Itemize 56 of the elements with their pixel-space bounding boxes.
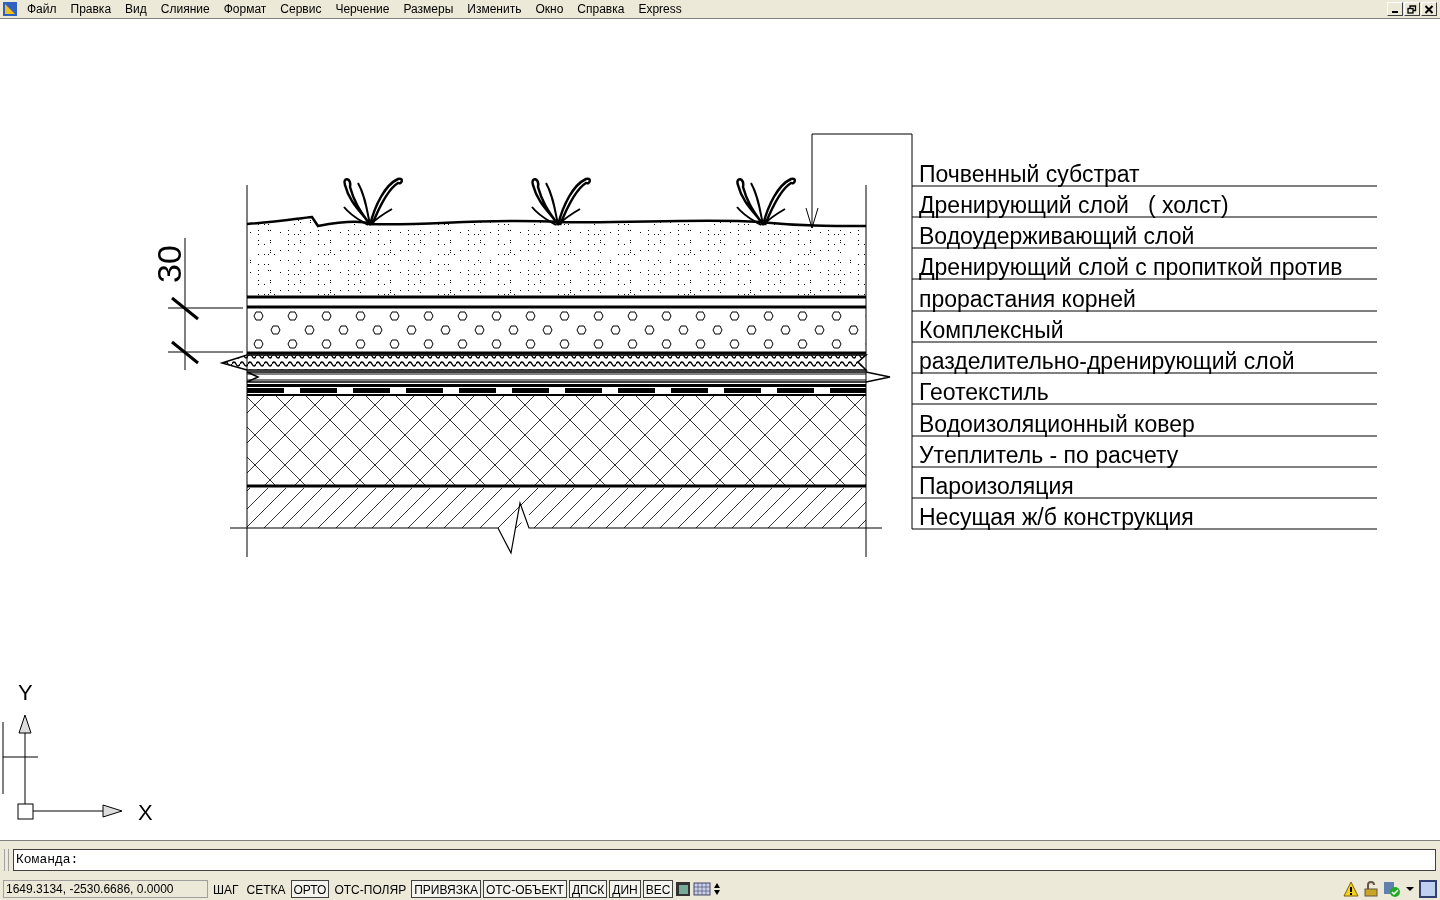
status-toggle[interactable]: ДИН <box>609 880 641 898</box>
minimize-button[interactable] <box>1387 2 1403 16</box>
dimension-text: 30 <box>150 245 188 283</box>
menu-item[interactable]: Размеры <box>396 0 461 18</box>
coordinates-display: 1649.3134, -2530.6686, 0.0000 <box>3 880 208 898</box>
status-toggle[interactable]: ДПСК <box>568 880 608 898</box>
axis-label: X <box>138 800 153 825</box>
menu-item[interactable]: Вид <box>118 0 154 18</box>
scroll-arrows-icon[interactable] <box>713 882 722 896</box>
layer-label: Утеплитель - по расчету <box>919 442 1179 468</box>
minimize-icon <box>1392 11 1398 13</box>
layer-label: Дренирующий слой с пропиткой против <box>919 254 1343 280</box>
warning-icon[interactable] <box>1343 881 1359 897</box>
layer-label: Водоудерживающий слой <box>919 223 1195 249</box>
layer-label: прорастания корней <box>919 286 1136 312</box>
layer-label: Комплексный <box>919 317 1064 343</box>
status-toggle[interactable]: ПРИВЯЗКА <box>411 880 481 898</box>
menu-item[interactable]: Правка <box>63 0 119 18</box>
menu-item[interactable]: Сервис <box>273 0 329 18</box>
model-icon[interactable] <box>675 881 692 897</box>
layer-label: Пароизоляция <box>919 473 1074 499</box>
restore-button[interactable] <box>1404 2 1420 16</box>
layer-label: Дренирующий слой ( холст) <box>919 192 1229 218</box>
status-toggle[interactable]: ВЕС <box>642 880 674 898</box>
menu-item[interactable]: Справка <box>570 0 632 18</box>
command-field[interactable]: Команда: <box>13 848 1436 871</box>
grid-icon[interactable] <box>693 881 712 897</box>
status-toggle[interactable]: ШАГ <box>210 880 242 898</box>
restore-icon <box>1407 4 1417 14</box>
lock-icon[interactable] <box>1363 881 1379 897</box>
menu-item[interactable]: Слияние <box>153 0 217 18</box>
ucs-axes-icon <box>2 714 123 820</box>
menu-item[interactable]: Файл <box>20 0 64 18</box>
status-toggle[interactable]: ОРТО <box>290 880 330 898</box>
layer-label: Геотекстиль <box>919 379 1049 405</box>
layer-label: Водоизоляционный ковер <box>919 411 1195 437</box>
app-icon[interactable] <box>2 1 18 17</box>
status-toggle[interactable]: ОТС-ОБЪЕКТ <box>482 880 567 898</box>
drawing-canvas[interactable] <box>0 18 1440 840</box>
close-icon <box>1424 4 1434 14</box>
menu-item[interactable]: Окно <box>528 0 571 18</box>
axis-label: Y <box>18 680 33 705</box>
check-icon[interactable] <box>1383 881 1401 897</box>
menu-item[interactable]: Изменить <box>460 0 529 18</box>
status-toggle[interactable]: СЕТКА <box>243 880 289 898</box>
layer-label: Несущая ж/б конструкция <box>919 504 1194 530</box>
layer-label: Почвенный субстрат <box>919 161 1140 187</box>
menu-item[interactable]: Формат <box>216 0 274 18</box>
window-icon[interactable] <box>1419 880 1437 898</box>
menu-item[interactable]: Express <box>631 0 689 18</box>
grip-icon <box>4 848 9 871</box>
caret-icon[interactable] <box>1405 885 1415 893</box>
close-button[interactable] <box>1421 2 1437 16</box>
layer-label: разделительно-дренирующий слой <box>919 348 1295 374</box>
menu-item[interactable]: Черчение <box>328 0 397 18</box>
status-toggle[interactable]: ОТС-ПОЛЯР <box>331 880 410 898</box>
